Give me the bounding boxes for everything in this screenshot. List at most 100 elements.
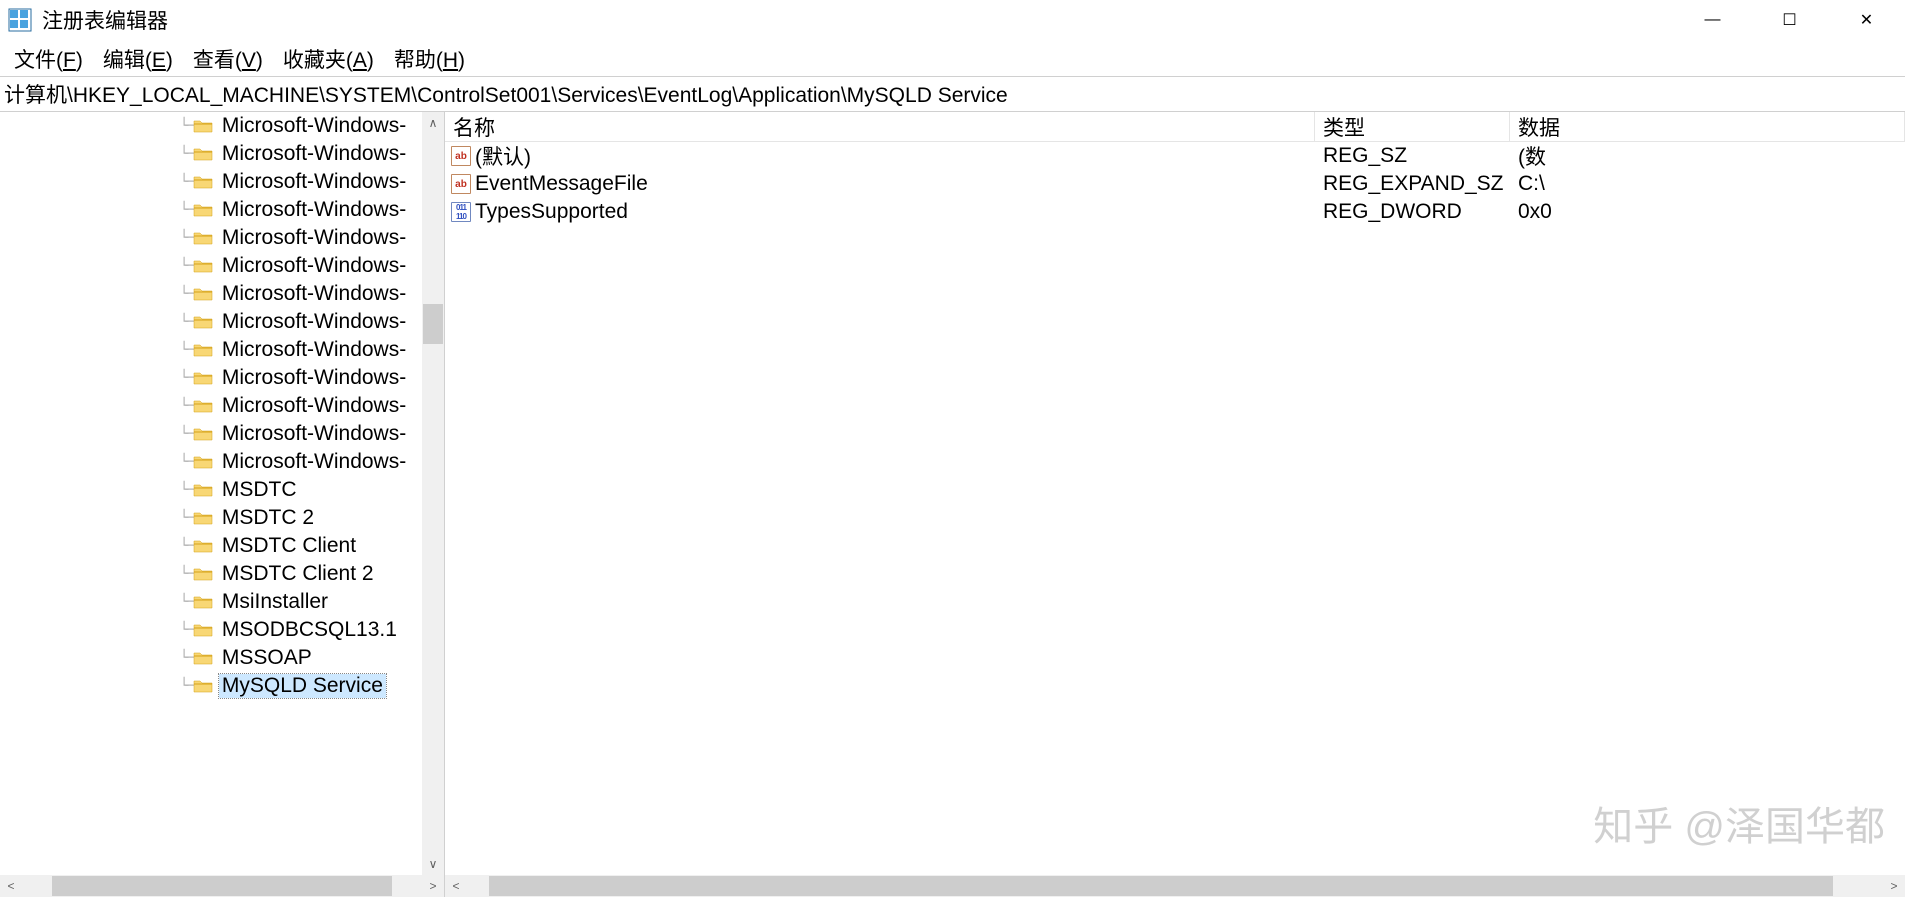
tree-item[interactable]: └─MSDTC Client — [0, 532, 444, 560]
tree-item-label: Microsoft-Windows- — [219, 366, 409, 390]
tree-item-label: Microsoft-Windows- — [219, 450, 409, 474]
tree-item-label: Microsoft-Windows- — [219, 310, 409, 334]
tree-branch-icon: └─ — [180, 650, 191, 666]
value-data: 0x0 — [1510, 200, 1905, 224]
list-row[interactable]: 011110TypesSupportedREG_DWORD0x0 — [445, 198, 1905, 226]
tree-item[interactable]: └─ Microsoft-Windows- — [0, 420, 444, 448]
list-row[interactable]: abEventMessageFileREG_EXPAND_SZC:\ — [445, 170, 1905, 198]
value-type: REG_SZ — [1315, 144, 1510, 168]
tree-hscrollbar[interactable]: < > — [0, 875, 444, 897]
tree-branch-icon: └─ — [180, 482, 191, 498]
tree-item-label: MSDTC 2 — [219, 506, 317, 530]
list-hscrollbar[interactable]: < > — [445, 875, 1905, 897]
app-icon — [8, 8, 32, 32]
menu-edit[interactable]: 编辑(E) — [93, 42, 183, 76]
tree-branch-icon: └─ — [180, 118, 191, 134]
scroll-track[interactable] — [467, 875, 1883, 897]
window-title: 注册表编辑器 — [42, 5, 168, 35]
tree-item[interactable]: └─ Microsoft-Windows- — [0, 448, 444, 476]
tree-item[interactable]: └─Microsoft-Windows- — [0, 252, 444, 280]
tree-item-label: MSDTC Client 2 — [219, 562, 377, 586]
tree-branch-icon: └─ — [180, 678, 191, 694]
tree-branch-icon: └─ — [180, 454, 191, 470]
tree-item[interactable]: └─ Microsoft-Windows- — [0, 140, 444, 168]
tree-branch-icon: └─ — [180, 286, 191, 302]
tree-branch-icon: └─ — [180, 398, 191, 414]
tree-item[interactable]: └─Microsoft-Windows- — [0, 308, 444, 336]
tree-branch-icon: └─ — [180, 594, 191, 610]
tree-item-label: Microsoft-Windows- — [219, 422, 409, 446]
tree-item-label: Microsoft-Windows- — [219, 198, 409, 222]
tree-item[interactable]: └─Microsoft-Windows- — [0, 224, 444, 252]
tree-item[interactable]: └─ MSDTC Client 2 — [0, 560, 444, 588]
value-name: (默认) — [475, 142, 531, 171]
tree-item-label: Microsoft-Windows- — [219, 142, 409, 166]
scroll-left-button[interactable]: < — [445, 875, 467, 897]
scroll-right-button[interactable]: > — [1883, 875, 1905, 897]
tree-vscrollbar[interactable]: ∧ ∨ — [422, 112, 444, 875]
tree-item-label: MSODBCSQL13.1 — [219, 618, 400, 642]
menu-bar: 文件(F) 编辑(E) 查看(V) 收藏夹(A) 帮助(H) — [0, 40, 1905, 76]
tree-item-label: MSDTC — [219, 478, 300, 502]
scroll-down-button[interactable]: ∨ — [422, 853, 444, 875]
tree-body[interactable]: └─ Microsoft-Windows- └─ Microsoft-Windows-… — [0, 112, 444, 875]
tree-branch-icon: └─ — [180, 202, 191, 218]
title-bar: 注册表编辑器 — ☐ ✕ — [0, 0, 1905, 40]
tree-item[interactable]: └─ MsiInstaller — [0, 588, 444, 616]
tree-item-label: Microsoft-Windows- — [219, 282, 409, 306]
tree-item[interactable]: └─MSDTC 2 — [0, 504, 444, 532]
binary-value-icon: 011110 — [451, 202, 471, 222]
scroll-track[interactable] — [22, 875, 422, 897]
column-data[interactable]: 数据 — [1510, 112, 1905, 141]
string-value-icon: ab — [451, 174, 471, 194]
tree-branch-icon: └─ — [180, 146, 191, 162]
tree-branch-icon: └─ — [180, 230, 191, 246]
list-pane: 名称 类型 数据 ab(默认)REG_SZ(数abEventMessageFil… — [445, 112, 1905, 897]
scroll-thumb[interactable] — [52, 876, 392, 896]
tree-item[interactable]: └─ Microsoft-Windows- — [0, 112, 444, 140]
column-type[interactable]: 类型 — [1315, 112, 1510, 141]
tree-item[interactable]: └─ MSODBCSQL13.1 — [0, 616, 444, 644]
tree-item-label: MSSOAP — [219, 646, 315, 670]
tree-item[interactable]: └─ MSSOAP — [0, 644, 444, 672]
tree-item[interactable]: └─Microsoft-Windows- — [0, 168, 444, 196]
list-header: 名称 类型 数据 — [445, 112, 1905, 142]
tree-branch-icon: └─ — [180, 566, 191, 582]
scroll-up-button[interactable]: ∧ — [422, 112, 444, 134]
tree-branch-icon: └─ — [180, 174, 191, 190]
minimize-button[interactable]: — — [1674, 0, 1751, 40]
scroll-thumb[interactable] — [423, 304, 443, 344]
tree-item-label: Microsoft-Windows- — [219, 394, 409, 418]
string-value-icon: ab — [451, 146, 471, 166]
list-body[interactable]: ab(默认) REG_SZ(数abEventMessageFileREG_EXPA… — [445, 142, 1905, 875]
tree-branch-icon: └─ — [180, 426, 191, 442]
tree-item[interactable]: └─ Microsoft-Windows- — [0, 392, 444, 420]
menu-help[interactable]: 帮助(H) — [384, 42, 475, 76]
tree-branch-icon: └─ — [180, 342, 191, 358]
tree-branch-icon: └─ — [180, 622, 191, 638]
menu-view[interactable]: 查看(V) — [183, 42, 273, 76]
tree-item[interactable]: └─ MSDTC — [0, 476, 444, 504]
menu-favorites[interactable]: 收藏夹(A) — [273, 42, 384, 76]
tree-item[interactable]: └─ Microsoft-Windows- — [0, 280, 444, 308]
maximize-button[interactable]: ☐ — [1751, 0, 1828, 40]
value-data: (数 — [1510, 142, 1905, 171]
menu-file[interactable]: 文件(F) — [4, 42, 93, 76]
scroll-thumb[interactable] — [489, 876, 1833, 896]
column-name[interactable]: 名称 — [445, 112, 1315, 141]
tree-item[interactable]: └─Microsoft-Windows- — [0, 364, 444, 392]
value-name: EventMessageFile — [475, 172, 648, 196]
close-button[interactable]: ✕ — [1828, 0, 1905, 40]
list-row[interactable]: ab(默认) REG_SZ(数 — [445, 142, 1905, 170]
address-bar[interactable]: 计算机\HKEY_LOCAL_MACHINE\SYSTEM\ControlSet… — [0, 76, 1905, 112]
scroll-right-button[interactable]: > — [422, 875, 444, 897]
value-data: C:\ — [1510, 172, 1905, 196]
scroll-track[interactable] — [422, 134, 444, 853]
tree-item[interactable]: └─MySQLD Service — [0, 672, 444, 700]
tree-item-label: Microsoft-Windows- — [219, 114, 409, 138]
tree-item[interactable]: └─ Microsoft-Windows- — [0, 196, 444, 224]
tree-item-label: MsiInstaller — [219, 590, 331, 614]
scroll-left-button[interactable]: < — [0, 875, 22, 897]
tree-item[interactable]: └─Microsoft-Windows- — [0, 336, 444, 364]
tree-item-label: Microsoft-Windows- — [219, 254, 409, 278]
